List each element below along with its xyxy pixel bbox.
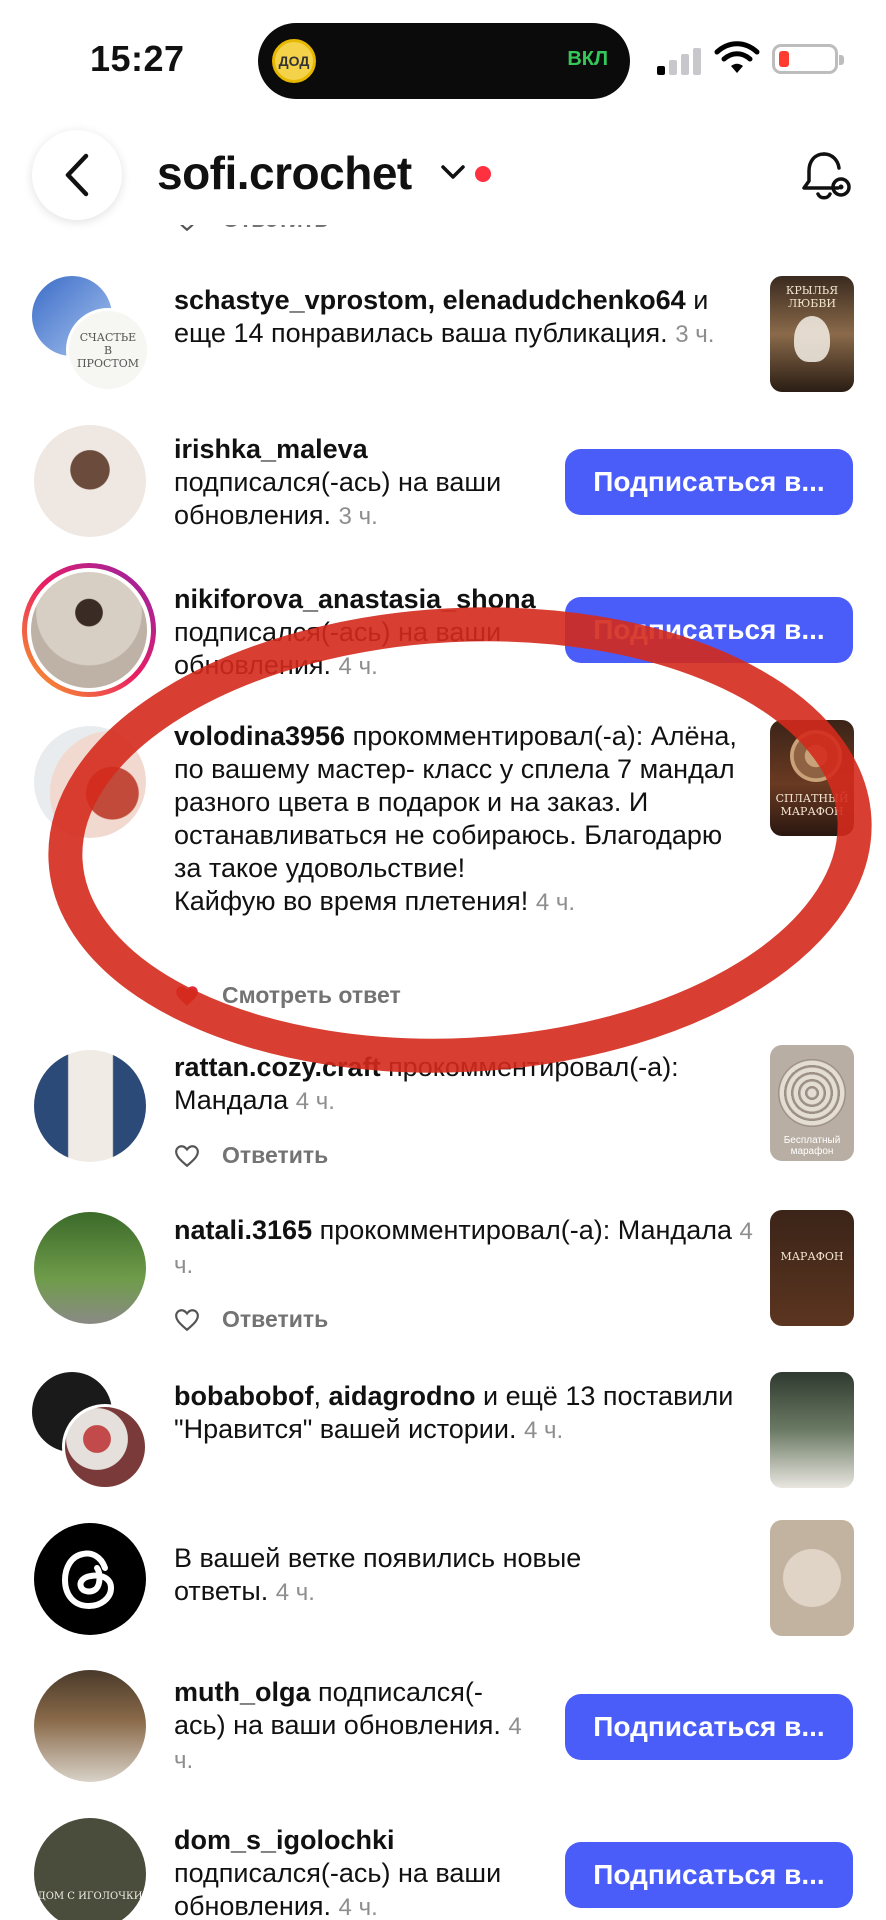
dynamic-island[interactable]: ДОД ВКЛ	[258, 23, 630, 99]
thumbnail-text: МАРАФОН	[780, 1250, 844, 1263]
post-thumbnail[interactable]: МАРАФОН	[770, 1210, 854, 1326]
thumbnail-text: КРЫЛЬЯ ЛЮБВИ	[785, 284, 839, 310]
username[interactable]: irishka_maleva	[174, 434, 368, 464]
avatar[interactable]	[62, 1404, 148, 1490]
back-button[interactable]	[32, 130, 122, 220]
username[interactable]: natali.3165	[174, 1215, 312, 1245]
avatar[interactable]	[34, 1670, 146, 1782]
view-reply-label[interactable]: Смотреть ответ	[222, 982, 401, 1009]
username[interactable]: schastye_vprostom, elenadudchenko64	[174, 285, 686, 315]
follow-back-button[interactable]: Подписаться в...	[565, 1842, 853, 1908]
timestamp: 4 ч.	[524, 1417, 564, 1444]
timestamp: 4 ч.	[295, 1088, 335, 1115]
follow-back-button[interactable]: Подписаться в...	[565, 597, 853, 663]
username[interactable]: dom_s_igolochki	[174, 1825, 395, 1855]
notification-item[interactable]: nikiforova_anastasia_shona подписался(-а…	[0, 563, 886, 698]
notification-text: rattan.cozy.craft прокомментировал(-а): …	[174, 1051, 754, 1118]
notification-item[interactable]: В вашей ветке появились новые ответы. 4 …	[0, 1520, 886, 1640]
post-thumbnail[interactable]: СПЛАТНЫЙ МАРАФОН	[770, 720, 854, 836]
notification-item[interactable]: volodina3956 прокомментировал(-а): Алёна…	[0, 720, 886, 1020]
username[interactable]: aidagrodno	[328, 1381, 475, 1411]
heart-outline-icon[interactable]	[174, 1144, 200, 1168]
chevron-left-icon	[65, 153, 89, 197]
reply-label[interactable]: Ответить	[222, 1142, 328, 1169]
timestamp: 4 ч.	[338, 653, 378, 680]
heart-filled-icon[interactable]	[174, 984, 200, 1008]
username[interactable]: muth_olga	[174, 1677, 311, 1707]
notification-text: bobabobof, aidagrodno и ещё 13 поставили…	[174, 1380, 754, 1447]
timestamp: 4 ч.	[338, 1894, 378, 1920]
notification-text: volodina3956 прокомментировал(-а): Алёна…	[174, 720, 746, 919]
avatar-logo-text: ДОМ С ИГОЛОЧКИ	[37, 1891, 143, 1902]
notification-text: schastye_vprostom, elenadudchenko64 и ещ…	[174, 284, 749, 351]
username[interactable]: rattan.cozy.craft	[174, 1052, 381, 1082]
account-title[interactable]: sofi.crochet	[157, 146, 412, 200]
username[interactable]: bobabobof	[174, 1381, 313, 1411]
notification-item[interactable]: СЧАСТЬЕ В ПРОСТОМ schastye_vprostom, ele…	[0, 272, 886, 402]
avatar[interactable]	[34, 1050, 146, 1162]
notification-message-line2: Кайфую во время плетения!	[174, 886, 529, 916]
notification-message: В вашей ветке появились новые ответы.	[174, 1543, 582, 1606]
notification-item[interactable]: irishka_maleva подписался(-ась) на ваши о…	[0, 425, 886, 537]
heart-outline-icon[interactable]	[174, 1308, 200, 1332]
wifi-icon	[714, 41, 760, 73]
avatar[interactable]	[34, 726, 146, 838]
avatar	[27, 568, 151, 692]
post-thumbnail[interactable]	[770, 1520, 854, 1636]
notification-text: nikiforova_anastasia_shona подписался(-а…	[174, 583, 554, 683]
notification-item[interactable]: ДОМ С ИГОЛОЧКИ dom_s_igolochki подписался…	[0, 1816, 886, 1920]
thumbnail-text: СПЛАТНЫЙ МАРАФОН	[775, 792, 849, 818]
unread-dot	[475, 166, 491, 182]
notification-settings-bell-icon[interactable]	[800, 148, 852, 204]
timestamp: 4 ч.	[535, 889, 575, 916]
threads-avatar[interactable]	[34, 1523, 146, 1635]
page-header: sofi.crochet	[0, 120, 886, 225]
battery-icon	[772, 44, 844, 74]
avatar[interactable]	[34, 425, 146, 537]
notification-message: прокомментировал(-а): Мандала	[312, 1215, 732, 1245]
thumbnail-image	[790, 730, 842, 782]
avatar[interactable]	[34, 1212, 146, 1324]
username[interactable]: volodina3956	[174, 721, 345, 751]
notification-text: dom_s_igolochki подписался(-ась) на ваши …	[174, 1824, 554, 1920]
username-separator: ,	[313, 1381, 329, 1411]
follow-back-button[interactable]: Подписаться в...	[565, 449, 853, 515]
island-app-icon: ДОД	[272, 39, 316, 83]
notification-item[interactable]: muth_olga подписался(-ась) на ваши обнов…	[0, 1668, 886, 1788]
island-status-text: ВКЛ	[567, 48, 608, 70]
thumbnail-text: Бесплатный марафон	[783, 1135, 841, 1157]
status-bar: 15:27 ДОД ВКЛ	[0, 0, 886, 120]
notification-text: irishka_maleva подписался(-ась) на ваши о…	[174, 433, 554, 533]
username[interactable]: nikiforova_anastasia_shona	[174, 584, 536, 614]
avatar-logo-text: СЧАСТЬЕ В ПРОСТОМ	[76, 330, 140, 370]
notification-text: muth_olga подписался(-ась) на ваши обнов…	[174, 1676, 534, 1777]
timestamp: 4 ч.	[275, 1579, 315, 1606]
story-thumbnail[interactable]	[770, 1372, 854, 1488]
thumbnail-image	[778, 1059, 846, 1127]
thumbnail-image	[794, 316, 830, 362]
avatar[interactable]: СЧАСТЬЕ В ПРОСТОМ	[66, 308, 150, 392]
clock: 15:27	[90, 38, 185, 79]
notifications-list: Ответить СЧАСТЬЕ В ПРОСТОМ schastye_vpro…	[0, 0, 886, 1920]
notification-item[interactable]: natali.3165 прокомментировал(-а): Мандал…	[0, 1210, 886, 1340]
post-thumbnail[interactable]: КРЫЛЬЯ ЛЮБВИ	[770, 276, 854, 392]
notification-item[interactable]: bobabobof, aidagrodno и ещё 13 поставили…	[0, 1372, 886, 1502]
timestamp: 3 ч.	[338, 503, 378, 530]
follow-back-button[interactable]: Подписаться в...	[565, 1694, 853, 1760]
avatar[interactable]: ДОМ С ИГОЛОЧКИ	[34, 1818, 146, 1920]
notification-text: natali.3165 прокомментировал(-а): Мандал…	[174, 1214, 754, 1282]
cellular-signal-icon	[657, 45, 707, 75]
chevron-down-icon[interactable]	[440, 162, 466, 182]
threads-logo-icon	[61, 1550, 115, 1610]
notification-text: В вашей ветке появились новые ответы. 4 …	[174, 1542, 674, 1609]
reply-label[interactable]: Ответить	[222, 1306, 328, 1333]
timestamp: 3 ч.	[675, 321, 715, 348]
notification-item[interactable]: rattan.cozy.craft прокомментировал(-а): …	[0, 1045, 886, 1175]
story-ring-avatar[interactable]	[22, 563, 156, 697]
post-thumbnail[interactable]: Бесплатный марафон	[770, 1045, 854, 1161]
